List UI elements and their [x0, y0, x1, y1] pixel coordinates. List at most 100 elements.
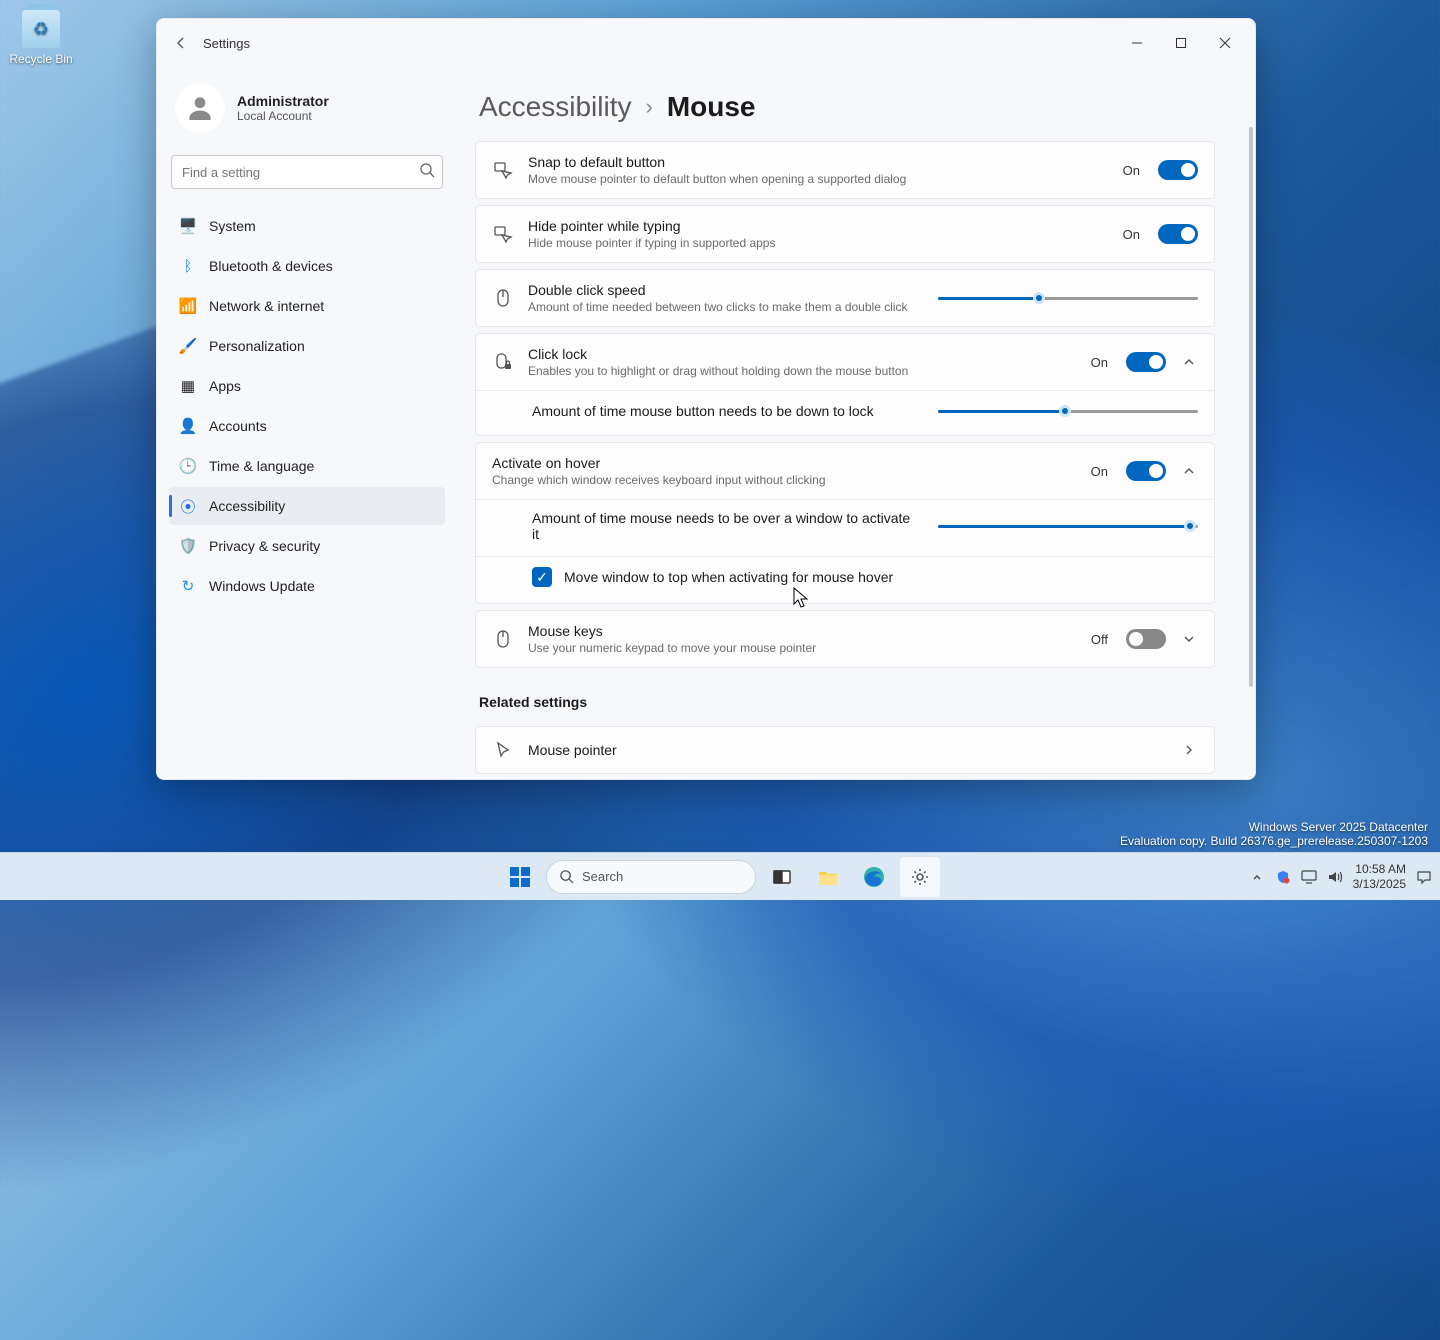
lock-expand[interactable]	[1180, 355, 1198, 369]
chevron-right-icon	[1180, 743, 1198, 757]
sidebar-item-accounts[interactable]: 👤Accounts	[169, 407, 445, 445]
start-button[interactable]	[500, 857, 540, 897]
sidebar-item-network[interactable]: 📶 Network & internet	[169, 287, 445, 325]
hover-desc: Change which window receives keyboard in…	[492, 473, 1077, 487]
search-box[interactable]	[171, 155, 443, 189]
notifications-icon[interactable]	[1416, 869, 1432, 885]
maximize-button[interactable]	[1159, 27, 1203, 59]
tray-display-icon[interactable]	[1301, 869, 1317, 885]
mkeys-toggle[interactable]	[1126, 629, 1166, 649]
scrollbar[interactable]	[1249, 127, 1253, 687]
mkeys-title: Mouse keys	[528, 623, 1077, 639]
hide-state: On	[1123, 227, 1140, 242]
sidebar-item-bluetooth[interactable]: ᛒBluetooth & devices	[169, 247, 445, 285]
minimize-button[interactable]	[1115, 27, 1159, 59]
network-icon: 📶	[179, 297, 197, 315]
close-button[interactable]	[1203, 27, 1247, 59]
hover-sub-slider[interactable]	[938, 516, 1198, 536]
search-icon	[559, 869, 574, 884]
related-card[interactable]: Mouse pointer	[475, 726, 1215, 774]
hover-state: On	[1091, 464, 1108, 479]
taskbar-search-label: Search	[582, 869, 623, 884]
sidebar-item-label: Apps	[209, 378, 241, 394]
explorer-button[interactable]	[808, 857, 848, 897]
lock-toggle[interactable]	[1126, 352, 1166, 372]
taskbar-search[interactable]: Search	[546, 860, 756, 894]
sidebar-item-label: Windows Update	[209, 578, 315, 594]
titlebar: Settings	[157, 19, 1255, 67]
breadcrumb-parent[interactable]: Accessibility	[479, 91, 631, 123]
tray-security-icon[interactable]	[1275, 869, 1291, 885]
hover-card: Activate on hover Change which window re…	[475, 442, 1215, 604]
recycle-bin[interactable]: Recycle Bin	[6, 10, 76, 66]
hide-title: Hide pointer while typing	[528, 218, 1109, 234]
mouse-icon	[492, 628, 514, 650]
back-icon	[173, 35, 189, 51]
content-pane: Accessibility › Mouse Snap to default bu…	[457, 67, 1255, 779]
hide-card: Hide pointer while typing Hide mouse poi…	[475, 205, 1215, 263]
sidebar-item-update[interactable]: ↻ Windows Update	[169, 567, 445, 605]
doubleclick-card: Double click speed Amount of time needed…	[475, 269, 1215, 327]
sidebar-item-personalization[interactable]: 🖌️ Personalization	[169, 327, 445, 365]
breadcrumb-current: Mouse	[667, 91, 756, 123]
lock-sub-slider[interactable]	[938, 401, 1198, 421]
lock-title: Click lock	[528, 346, 1077, 362]
hide-desc: Hide mouse pointer if typing in supporte…	[528, 236, 1109, 250]
sidebar-item-accessibility[interactable]: ⦿ Accessibility	[169, 487, 445, 525]
lock-desc: Enables you to highlight or drag without…	[528, 364, 1077, 378]
hover-sub-label: Amount of time mouse needs to be over a …	[532, 510, 918, 542]
hover-checkbox[interactable]: ✓	[532, 567, 552, 587]
profile-sub: Local Account	[237, 109, 329, 123]
edge-button[interactable]	[854, 857, 894, 897]
sidebar-item-label: Personalization	[209, 338, 305, 354]
related-item-label: Mouse pointer	[528, 742, 1166, 758]
cursor-icon	[492, 739, 514, 761]
mkeys-expand[interactable]	[1180, 632, 1198, 646]
cursor-hide-icon	[492, 223, 514, 245]
search-input[interactable]	[171, 155, 443, 189]
profile-block[interactable]: Administrator Local Account	[169, 75, 445, 147]
hover-toggle[interactable]	[1126, 461, 1166, 481]
personalization-icon: 🖌️	[179, 337, 197, 355]
tray-sound-icon[interactable]	[1327, 869, 1343, 885]
back-button[interactable]	[165, 27, 197, 59]
dbl-slider[interactable]	[938, 288, 1198, 308]
sidebar-item-privacy[interactable]: 🛡️Privacy & security	[169, 527, 445, 565]
bluetooth-icon: ᛒ	[179, 257, 197, 275]
mouse-click-icon	[492, 287, 514, 309]
mkeys-state: Off	[1091, 632, 1108, 647]
hover-check-label: Move window to top when activating for m…	[564, 569, 893, 585]
accessibility-icon: ⦿	[179, 497, 197, 515]
dbl-title: Double click speed	[528, 282, 924, 298]
hover-title: Activate on hover	[492, 455, 1077, 471]
sidebar-item-label: Time & language	[209, 458, 314, 474]
lock-state: On	[1091, 355, 1108, 370]
settings-taskbar-button[interactable]	[900, 857, 940, 897]
taskbar: Search 10:58 AM 3/13/2025	[0, 852, 1440, 900]
task-view-button[interactable]	[762, 857, 802, 897]
sidebar-item-system[interactable]: 🖥️System	[169, 207, 445, 245]
sidebar-item-apps[interactable]: ▦Apps	[169, 367, 445, 405]
hover-expand[interactable]	[1180, 464, 1198, 478]
sidebar-item-label: Network & internet	[209, 298, 324, 314]
snap-toggle[interactable]	[1158, 160, 1198, 180]
snap-state: On	[1123, 163, 1140, 178]
tray-chevron-icon[interactable]	[1249, 869, 1265, 885]
search-icon	[419, 162, 435, 183]
sidebar-item-label: Accessibility	[209, 498, 285, 514]
mouse-lock-icon	[492, 351, 514, 373]
sidebar-item-label: Privacy & security	[209, 538, 320, 554]
taskbar-clock[interactable]: 10:58 AM 3/13/2025	[1353, 862, 1406, 891]
snap-title: Snap to default button	[528, 154, 1109, 170]
hide-toggle[interactable]	[1158, 224, 1198, 244]
lock-sub-label: Amount of time mouse button needs to be …	[532, 403, 918, 419]
update-icon: ↻	[179, 577, 197, 595]
sidebar: Administrator Local Account 🖥️SystemᛒBlu…	[157, 67, 457, 779]
breadcrumb: Accessibility › Mouse	[479, 91, 1227, 123]
sidebar-item-time[interactable]: 🕒 Time & language	[169, 447, 445, 485]
sidebar-item-label: Accounts	[209, 418, 267, 434]
related-heading: Related settings	[479, 694, 1215, 710]
dbl-desc: Amount of time needed between two clicks…	[528, 300, 924, 314]
time-icon: 🕒	[179, 457, 197, 475]
settings-window: Settings Administrator Local Account	[156, 18, 1256, 780]
